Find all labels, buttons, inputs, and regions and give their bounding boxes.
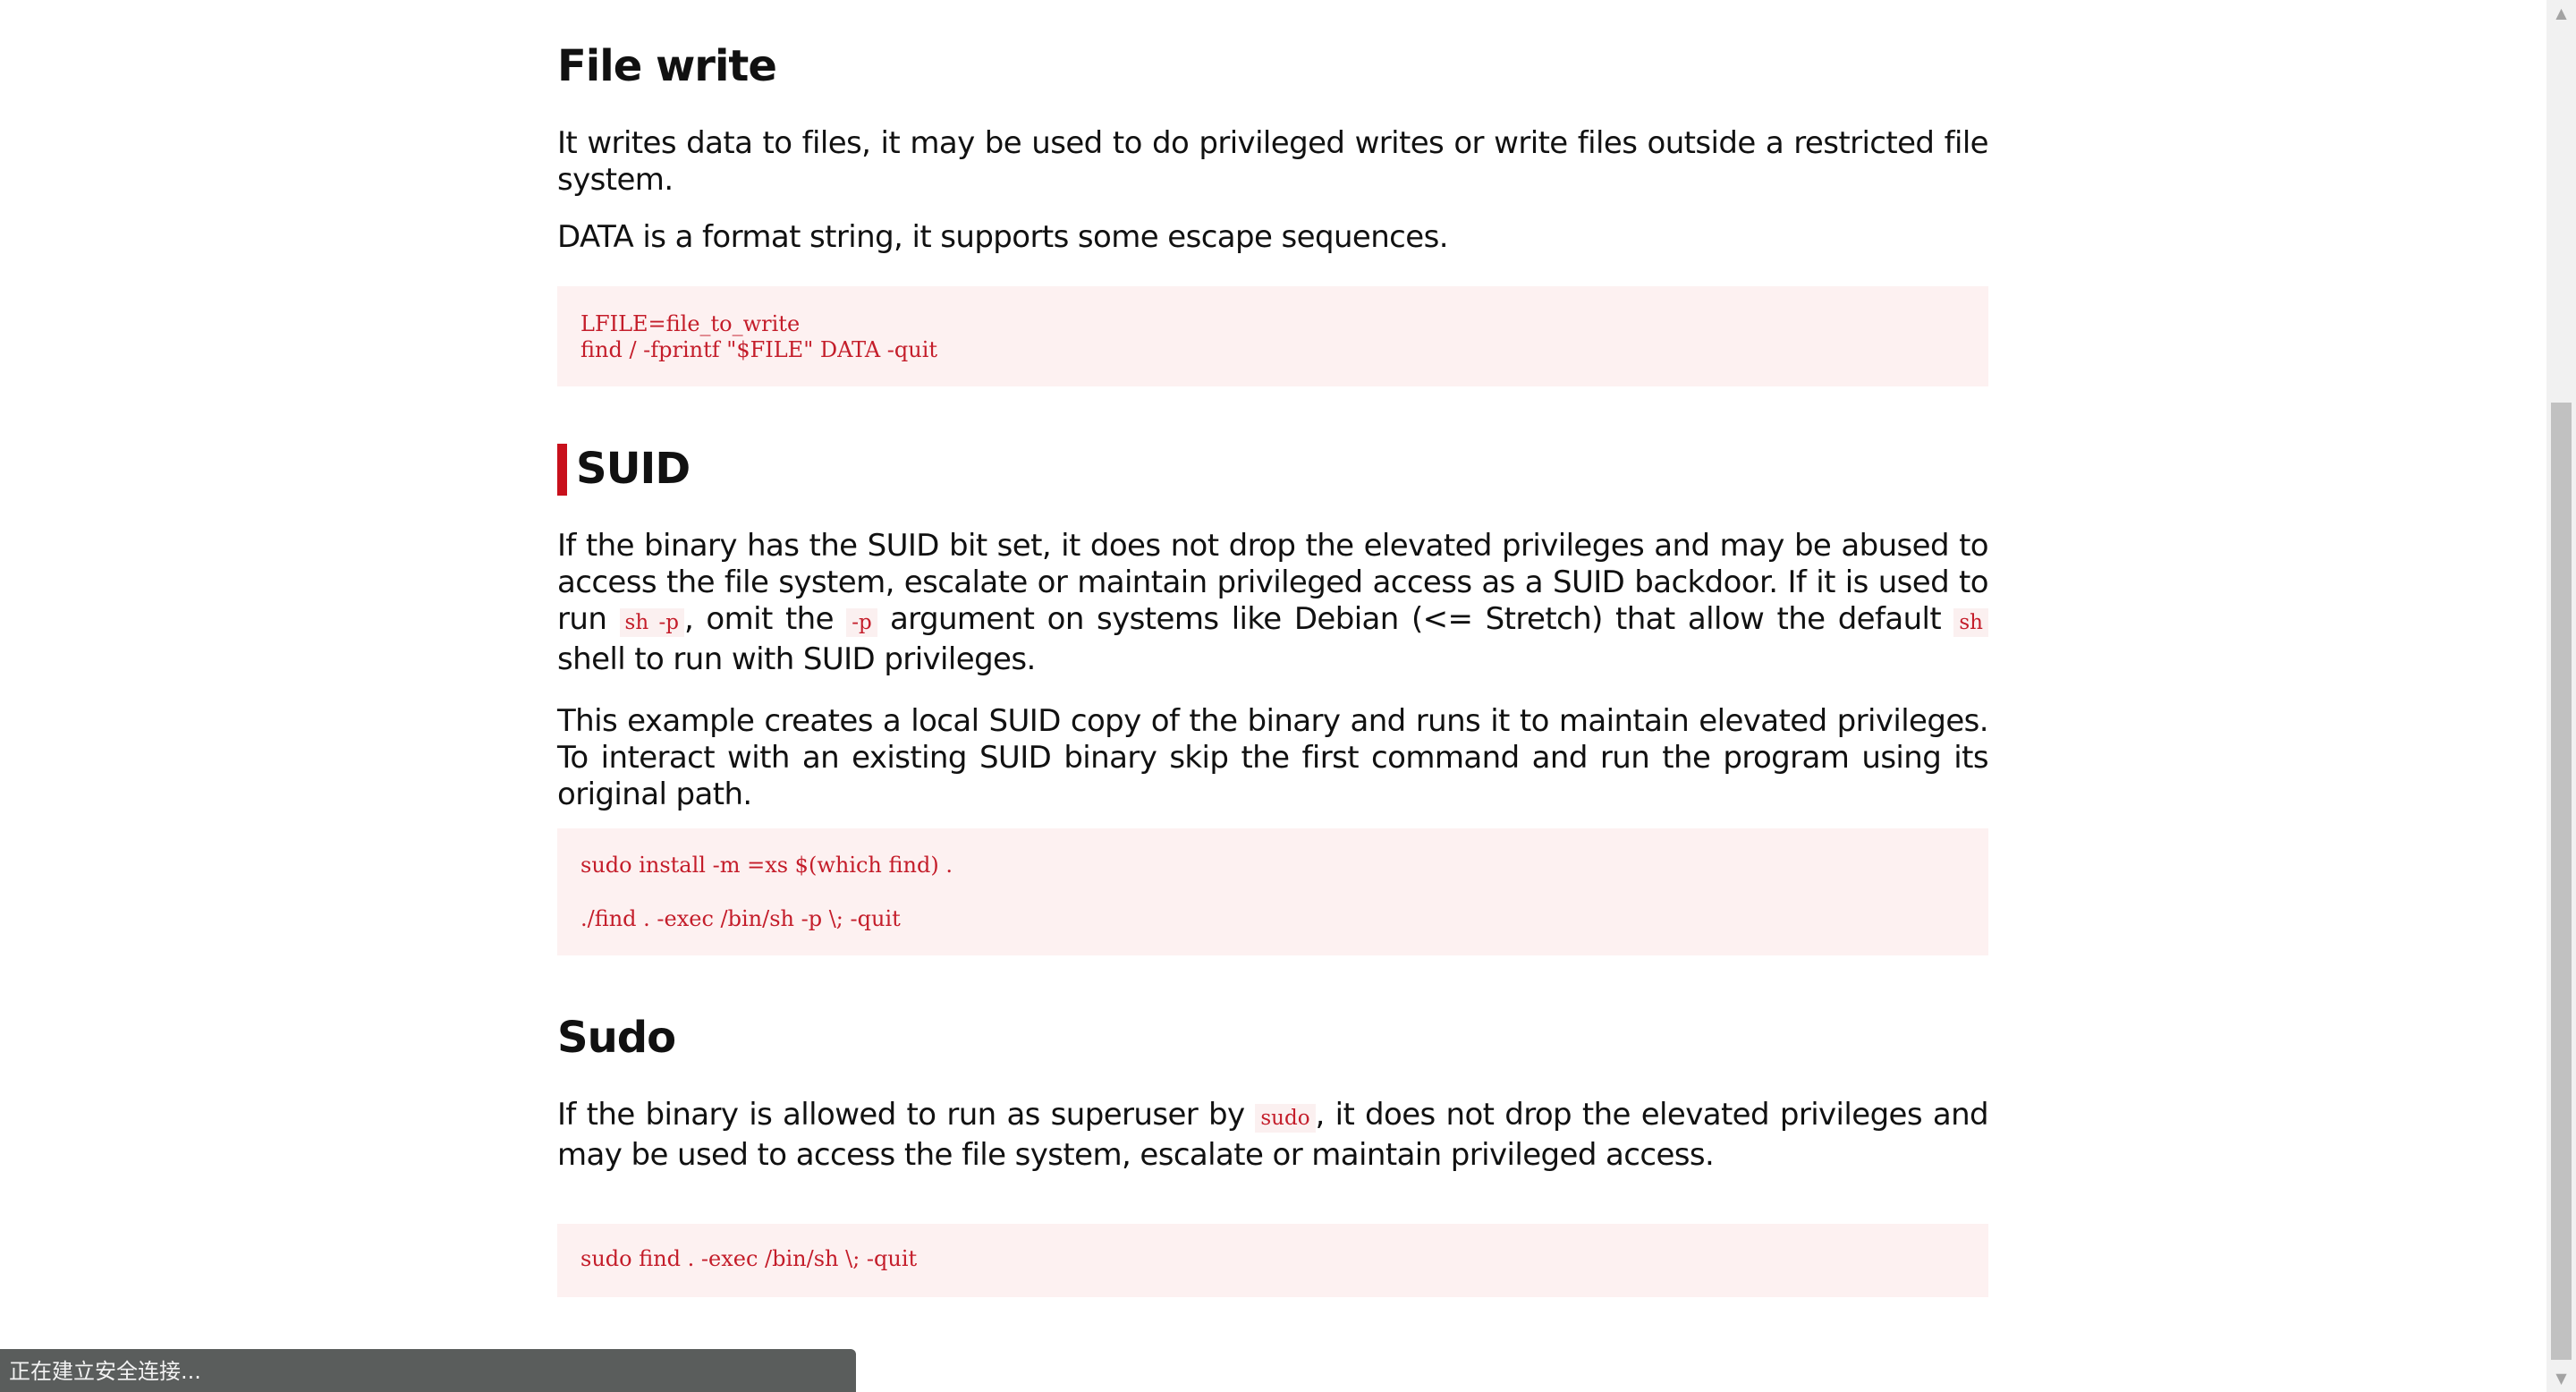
sudo-text: If the binary is allowed to run as super… bbox=[557, 1097, 1256, 1133]
suid-paragraph-1: If the binary has the SUID bit set, it d… bbox=[557, 528, 1989, 678]
code-line: LFILE=file_to_write bbox=[580, 311, 801, 336]
heading-suid-text: SUID bbox=[576, 444, 691, 494]
inline-code-sh: sh bbox=[1953, 608, 1988, 637]
suid-text: argument on systems like Debian (<= Stre… bbox=[877, 601, 1954, 637]
suid-paragraph-2: This example creates a local SUID copy o… bbox=[557, 703, 1989, 812]
suid-text: , omit the bbox=[683, 601, 847, 637]
heading-sudo: Sudo bbox=[557, 1013, 676, 1063]
heading-file-write: File write bbox=[557, 41, 777, 91]
inline-code-sudo: sudo bbox=[1255, 1104, 1316, 1133]
suid-code-block[interactable]: sudo install -m =xs $(which find) . ./fi… bbox=[557, 828, 1988, 955]
vertical-scrollbar[interactable]: ▲ ▼ bbox=[2546, 0, 2576, 1392]
browser-status-bar: 正在建立安全连接... bbox=[0, 1349, 856, 1392]
code-line: sudo find . -exec /bin/sh \; -quit bbox=[580, 1246, 918, 1271]
scroll-down-icon[interactable]: ▼ bbox=[2546, 1365, 2576, 1392]
sudo-code-block[interactable]: sudo find . -exec /bin/sh \; -quit bbox=[557, 1224, 1988, 1297]
inline-code-sh-p: sh -p bbox=[619, 608, 684, 637]
sudo-paragraph: If the binary is allowed to run as super… bbox=[557, 1097, 1989, 1174]
file-write-code-block[interactable]: LFILE=file_to_write find / -fprintf "$FI… bbox=[557, 286, 1988, 386]
code-line: sudo install -m =xs $(which find) . bbox=[580, 853, 953, 878]
file-write-description: It writes data to files, it may be used … bbox=[557, 125, 1989, 198]
scroll-up-icon[interactable]: ▲ bbox=[2546, 0, 2576, 27]
suid-text: shell to run with SUID privileges. bbox=[557, 641, 1036, 677]
browser-viewport: File write It writes data to files, it m… bbox=[0, 0, 2576, 1392]
scrollbar-thumb[interactable] bbox=[2551, 403, 2572, 1360]
heading-suid: SUID bbox=[557, 442, 691, 496]
inline-code-p: -p bbox=[846, 608, 877, 637]
code-line: find / -fprintf "$FILE" DATA -quit bbox=[580, 337, 938, 362]
file-write-note: DATA is a format string, it supports som… bbox=[557, 219, 1449, 255]
code-line: ./find . -exec /bin/sh -p \; -quit bbox=[580, 906, 901, 931]
